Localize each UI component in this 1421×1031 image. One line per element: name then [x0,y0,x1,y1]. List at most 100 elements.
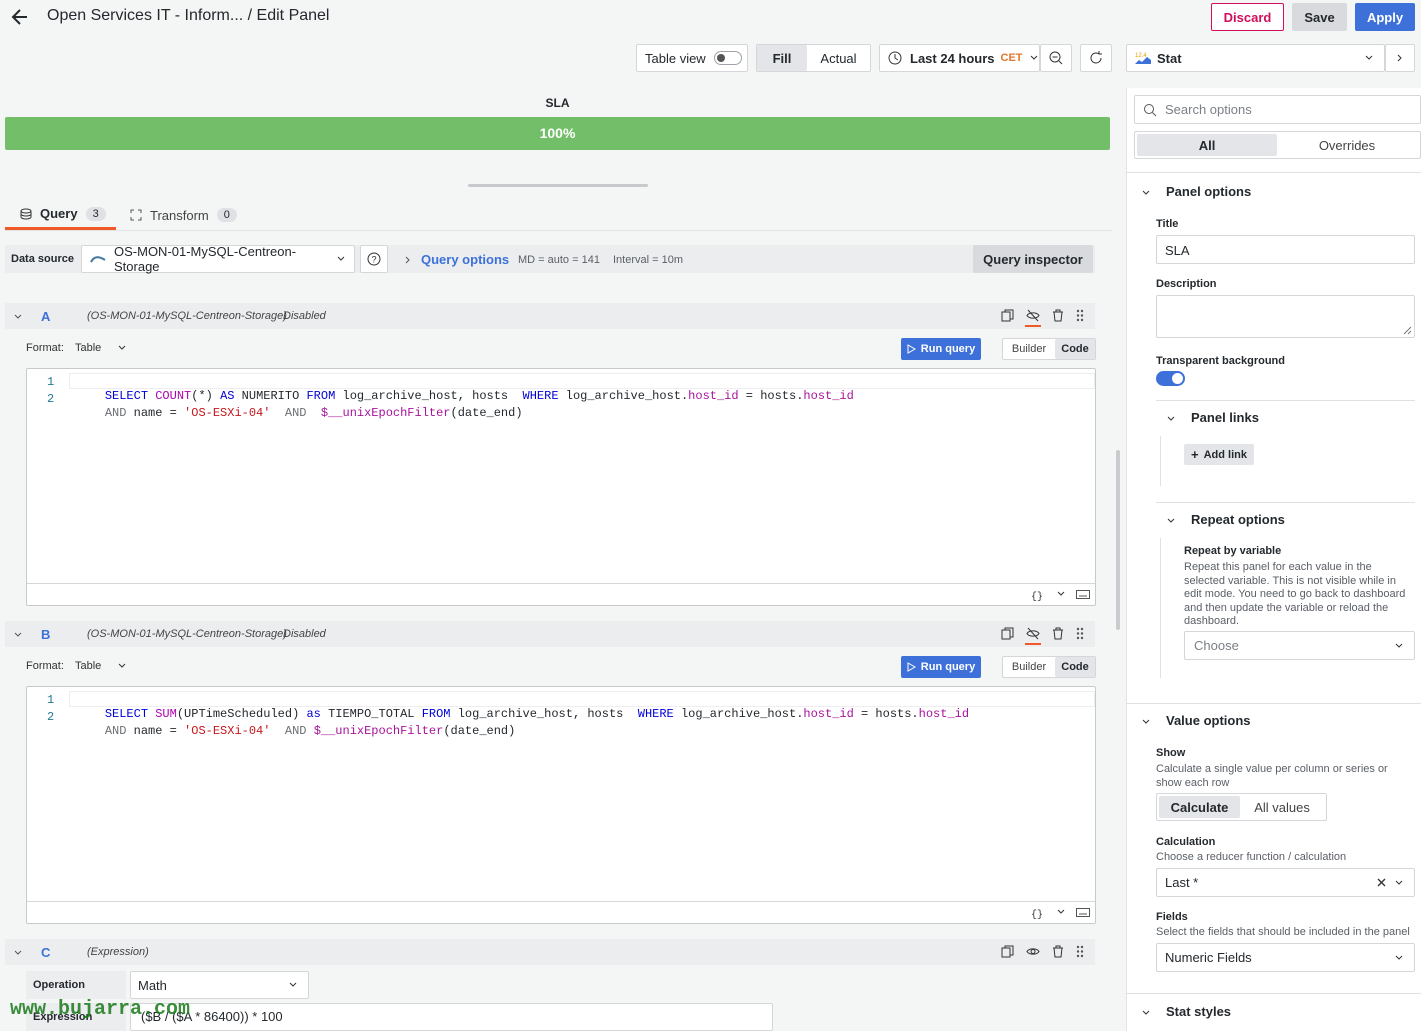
copy-icon[interactable] [1001,309,1014,322]
splitter-handle[interactable] [468,184,648,187]
actual-button[interactable]: Actual [807,45,870,71]
toggle-switch[interactable] [713,51,742,65]
expression-input[interactable]: ($B / ($A * 86400)) * 100 [130,1003,773,1031]
options-tabs: All Overrides [1134,131,1421,159]
trash-icon[interactable] [1052,945,1064,958]
query-c-ref[interactable]: C [41,945,50,960]
all-values-option[interactable]: All values [1240,796,1324,818]
eye-off-icon[interactable] [1026,627,1040,640]
line-number: 1 [47,375,55,389]
time-picker[interactable]: Last 24 hours CET [879,44,1040,72]
format-label: Format: [26,342,64,354]
scrollbar[interactable] [1116,450,1120,630]
chevron-down-icon[interactable] [1141,188,1151,198]
operation-select[interactable]: Math [130,971,309,999]
query-c-header[interactable] [5,939,1095,965]
sql-token: hosts. [875,707,919,721]
chevron-down-icon[interactable] [1166,414,1176,424]
datasource-help-button[interactable]: ? [360,245,388,273]
repeat-options-heading[interactable]: Repeat options [1191,512,1285,527]
run-query-button[interactable]: Run query [901,338,981,360]
all-tab[interactable]: All [1137,134,1277,156]
fill-button[interactable]: Fill [757,45,807,71]
format-select[interactable]: Table [75,342,127,354]
sql-field: host_id [803,707,854,721]
panel-links-heading[interactable]: Panel links [1191,410,1259,425]
format-value: Table [75,342,102,354]
interval-value: Interval = 10m [613,254,684,266]
drag-handle-icon[interactable] [1076,945,1084,958]
transparent-toggle[interactable] [1156,371,1185,386]
run-query-button[interactable]: Run query [901,656,981,678]
calculate-option[interactable]: Calculate [1159,796,1241,818]
section-divider [1126,172,1421,173]
stat-styles-heading[interactable]: Stat styles [1166,1004,1231,1019]
chevron-down-icon[interactable] [1166,516,1176,526]
chevron-down-icon[interactable] [1057,908,1065,916]
eye-icon[interactable] [1026,945,1040,958]
code-button[interactable]: Code [1055,657,1095,677]
add-link-button[interactable]: + Add link [1184,444,1254,465]
keyboard-icon[interactable] [1076,908,1090,917]
chevron-down-icon[interactable] [13,630,23,640]
back-arrow-icon[interactable] [10,7,30,27]
chevron-down-icon[interactable] [1057,590,1065,598]
copy-icon[interactable] [1001,627,1014,640]
apply-button[interactable]: Apply [1355,3,1415,31]
code-editor-a[interactable]: 1 2 SELECT COUNT(*) AS NUMERITO FROM log… [26,368,1096,606]
keyboard-icon[interactable] [1076,590,1090,599]
sql-keyword: AND [284,724,307,738]
datasource-picker[interactable]: OS-MON-01-MySQL-Centreon-Storage [81,244,355,274]
drag-handle-icon[interactable] [1076,627,1084,640]
chevron-down-icon [1394,878,1404,888]
discard-button[interactable]: Discard [1211,3,1284,31]
chevron-down-icon[interactable] [1141,1008,1151,1018]
collapse-options-button[interactable] [1385,44,1415,72]
section-divider [1156,502,1415,503]
refresh-icon [1088,50,1104,66]
builder-button[interactable]: Builder [1003,657,1055,677]
play-icon [907,662,916,672]
format-code-icon[interactable]: {} [1031,589,1043,601]
refresh-button[interactable] [1080,44,1112,72]
copy-icon[interactable] [1001,945,1014,958]
save-button[interactable]: Save [1292,3,1347,31]
search-options-input[interactable]: Search options [1134,95,1421,124]
tab-query[interactable]: Query 3 [5,200,116,230]
disabled-indicator [1025,325,1041,327]
zoom-out-button[interactable] [1040,44,1072,72]
breadcrumb[interactable]: Open Services IT - Inform... / Edit Pane… [47,7,329,25]
code-editor-b[interactable]: 1 2 SELECT SUM(UPTimeScheduled) as TIEMP… [26,686,1096,924]
code-button[interactable]: Code [1055,339,1095,359]
chevron-down-icon[interactable] [1141,717,1151,727]
trash-icon[interactable] [1052,309,1064,322]
chevron-down-icon[interactable] [13,312,23,322]
visualization-picker[interactable]: 12.4 Stat [1126,44,1385,72]
format-select[interactable]: Table [75,660,127,672]
repeat-variable-select[interactable]: Choose [1184,631,1415,660]
table-view-toggle[interactable]: Table view [636,44,748,72]
sql-field: host_id [803,389,854,403]
panel-options-heading[interactable]: Panel options [1166,184,1251,199]
trash-icon[interactable] [1052,627,1064,640]
eye-off-icon[interactable] [1026,309,1040,322]
drag-handle-icon[interactable] [1076,309,1084,322]
description-textarea[interactable] [1156,295,1415,338]
svg-text:{}: {} [1031,909,1043,919]
format-code-icon[interactable]: {} [1031,907,1043,919]
resize-handle-icon[interactable] [1402,325,1412,335]
value-options-heading[interactable]: Value options [1166,713,1251,728]
query-options-toggle[interactable]: Query options [403,252,509,267]
builder-button[interactable]: Builder [1003,339,1055,359]
title-input[interactable]: SLA [1156,235,1415,264]
tab-transform[interactable]: Transform 0 [130,200,242,230]
fields-select[interactable]: Numeric Fields [1156,943,1415,972]
query-b-ref[interactable]: B [41,627,50,642]
query-a-ref[interactable]: A [41,309,50,324]
sql-keyword: WHERE [637,707,674,721]
overrides-tab[interactable]: Overrides [1277,134,1417,156]
clear-icon[interactable] [1377,878,1386,887]
query-inspector-button[interactable]: Query inspector [973,245,1093,273]
chevron-down-icon[interactable] [13,948,23,958]
calculation-select[interactable]: Last * [1156,868,1415,897]
